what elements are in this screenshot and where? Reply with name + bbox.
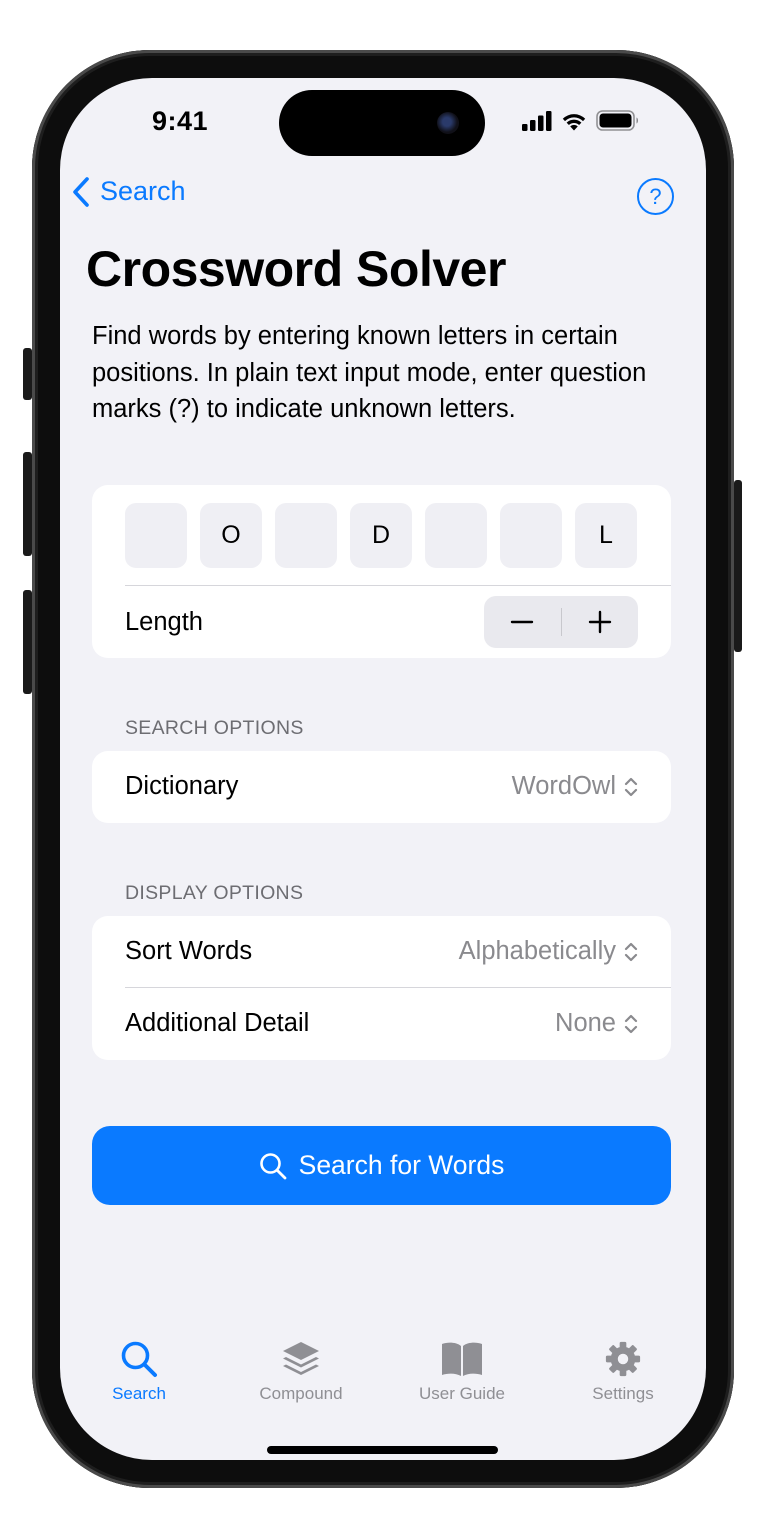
gear-icon <box>605 1341 641 1377</box>
dictionary-picker[interactable]: WordOwl <box>512 772 638 801</box>
minus-icon <box>511 620 534 624</box>
power-button <box>734 480 742 652</box>
display-options-header: DISPLAY OPTIONS <box>125 882 304 904</box>
additional-detail-picker[interactable]: None <box>555 1009 638 1038</box>
battery-icon <box>596 110 638 131</box>
additional-detail-value: None <box>555 1009 616 1037</box>
tab-search-label: Search <box>112 1384 166 1403</box>
status-time: 9:41 <box>152 106 209 136</box>
sort-words-label: Sort Words <box>125 937 253 965</box>
length-label: Length <box>125 608 203 636</box>
cellular-signal-icon <box>522 110 552 131</box>
chevron-left-icon <box>73 176 89 207</box>
sort-words-picker[interactable]: Alphabetically <box>459 937 638 966</box>
volume-up-button <box>23 452 32 556</box>
back-label: Search <box>100 176 186 206</box>
letter-box-6[interactable] <box>500 503 562 568</box>
search-for-words-button[interactable]: Search for Words <box>92 1126 671 1205</box>
tab-compound-label: Compound <box>259 1384 343 1403</box>
divider <box>125 585 671 586</box>
letter-box-2[interactable]: O <box>200 503 262 568</box>
pattern-card: O D L Length <box>92 485 671 658</box>
letter-box-4[interactable]: D <box>350 503 412 568</box>
wifi-icon <box>562 113 586 130</box>
dictionary-value: WordOwl <box>511 772 616 800</box>
letter-box-3[interactable] <box>275 503 337 568</box>
page-description: Find words by entering known letters in … <box>92 322 647 423</box>
divider <box>125 987 671 988</box>
book-icon <box>442 1342 482 1376</box>
additional-detail-label: Additional Detail <box>125 1009 310 1037</box>
letter-box-5[interactable] <box>425 503 487 568</box>
length-stepper[interactable] <box>484 596 638 648</box>
display-options-card: Sort Words Alphabetically Additional Det… <box>92 916 671 1060</box>
search-options-header: SEARCH OPTIONS <box>125 717 304 739</box>
tab-search[interactable]: Search <box>69 1340 209 1404</box>
status-icons <box>522 110 640 131</box>
increment-button[interactable] <box>562 596 639 648</box>
tab-user-guide-label: User Guide <box>419 1384 505 1403</box>
phone-screen: 9:41 Search ? Crossword Solver Find word… <box>60 78 706 1460</box>
sort-words-value: Alphabetically <box>458 937 616 965</box>
home-indicator <box>267 1446 498 1454</box>
magnifier-icon <box>121 1341 157 1377</box>
search-button-label: Search for Words <box>298 1150 505 1180</box>
letter-box-1[interactable] <box>125 503 187 568</box>
volume-down-button <box>23 590 32 694</box>
tab-settings[interactable]: Settings <box>553 1340 693 1404</box>
tab-user-guide[interactable]: User Guide <box>392 1340 532 1404</box>
page-title: Crossword Solver <box>86 241 506 297</box>
help-button[interactable]: ? <box>637 178 674 215</box>
dictionary-label: Dictionary <box>125 772 239 800</box>
tab-compound[interactable]: Compound <box>231 1340 371 1404</box>
tab-settings-label: Settings <box>592 1384 654 1403</box>
decrement-button[interactable] <box>484 596 561 648</box>
dynamic-island <box>279 90 485 156</box>
chevron-up-down-icon <box>624 1014 638 1033</box>
chevron-up-down-icon <box>624 942 638 961</box>
back-button[interactable]: Search <box>72 176 186 207</box>
chevron-up-down-icon <box>624 777 638 796</box>
plus-icon <box>588 610 611 634</box>
layers-icon <box>283 1342 319 1375</box>
search-icon <box>259 1152 287 1179</box>
action-button <box>23 348 32 400</box>
letter-box-7[interactable]: L <box>575 503 637 568</box>
search-options-card: Dictionary WordOwl <box>92 751 671 823</box>
question-mark-icon: ? <box>649 183 662 209</box>
camera-icon <box>437 112 459 134</box>
letter-grid: O D L <box>125 503 637 568</box>
